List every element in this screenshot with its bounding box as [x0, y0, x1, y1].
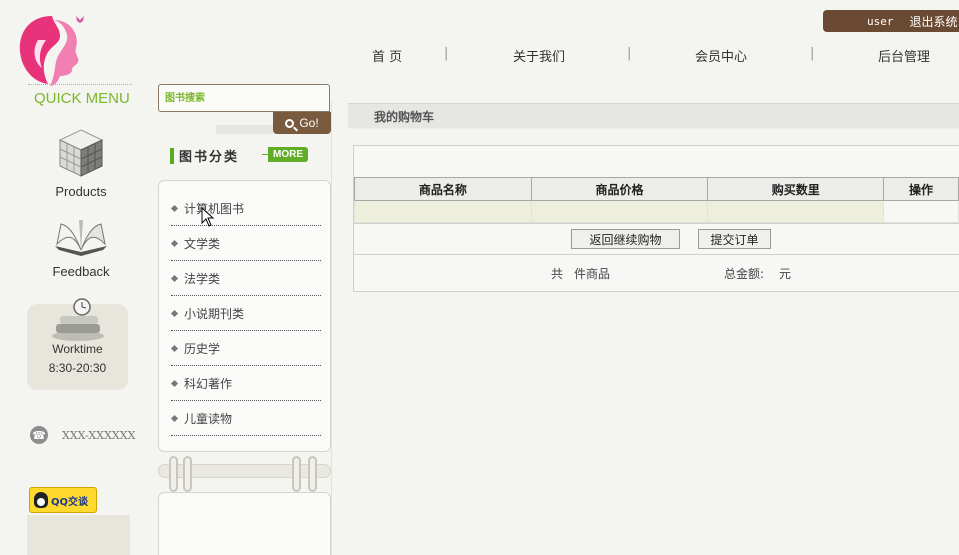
- username: user: [867, 14, 894, 28]
- nav-separator: |: [810, 46, 815, 61]
- category-accent-bar: [170, 147, 174, 164]
- bullet-icon: [170, 274, 179, 282]
- cell-product-name: [354, 200, 532, 223]
- category-item[interactable]: 文学类: [170, 226, 321, 261]
- nav-admin[interactable]: 后台管理: [878, 46, 930, 65]
- feedback-label: Feedback: [52, 264, 110, 279]
- bullet-icon: [170, 309, 179, 317]
- logout-link[interactable]: 退出系统: [910, 13, 958, 30]
- col-operation: 操作: [883, 177, 959, 201]
- site-logo[interactable]: [14, 10, 94, 90]
- cell-quantity: [707, 200, 885, 223]
- open-book-icon: [51, 216, 111, 258]
- notebook-lower-page: [158, 492, 331, 555]
- book-search-box: [158, 84, 330, 112]
- col-quantity: 购买数里: [707, 177, 885, 201]
- cart-divider: [353, 223, 959, 224]
- search-underline: [216, 125, 273, 134]
- quick-menu-title: QUICK MENU: [34, 90, 130, 107]
- worktime-label: Worktime: [52, 342, 103, 356]
- cart-divider: [353, 254, 959, 255]
- nav-about[interactable]: 关于我们: [513, 46, 565, 65]
- total-label: 总金额:: [724, 267, 765, 281]
- bullet-icon: [170, 344, 179, 352]
- quick-menu-footer: [27, 515, 130, 555]
- ring-icon: [169, 456, 178, 492]
- category-label: 小说期刊类: [184, 306, 245, 321]
- category-title: 图书分类: [179, 150, 240, 165]
- col-product-price: 商品价格: [530, 177, 709, 201]
- feedback-link[interactable]: Feedback: [40, 216, 122, 279]
- category-label: 儿童读物: [184, 411, 233, 426]
- currency-label: 元: [779, 267, 792, 281]
- item-count-prefix: 共: [551, 267, 564, 281]
- category-item[interactable]: 历史学: [170, 331, 321, 366]
- mouse-cursor: [201, 207, 215, 227]
- nav-home[interactable]: 首 页: [372, 46, 402, 65]
- clock-books-icon: [48, 296, 108, 341]
- category-list: 计算机图书 文学类 法学类 小说期刊类 历史学 科幻著作 儿童读物: [158, 180, 331, 452]
- item-count-suffix: 件商品: [574, 267, 611, 281]
- bullet-icon: [170, 204, 179, 212]
- rubiks-cube-icon: [56, 126, 106, 180]
- qq-penguin-icon: [34, 492, 48, 508]
- ring-icon: [183, 456, 192, 492]
- col-product-name: 商品名称: [354, 177, 532, 201]
- table-row: [354, 200, 959, 223]
- category-more-button[interactable]: MORE: [262, 147, 308, 162]
- submit-order-button[interactable]: 提交订单: [698, 229, 771, 249]
- telephone-icon: ☎: [30, 426, 48, 444]
- category-label: 法学类: [184, 271, 221, 286]
- phone-contact: ☎ XXX-XXXXXX: [30, 426, 135, 444]
- continue-shopping-button[interactable]: 返回继续购物: [571, 229, 680, 249]
- qq-label: QQ交谈: [51, 496, 89, 508]
- products-label: Products: [55, 184, 107, 199]
- main-nav: 首 页 | 关于我们 | 会员中心 | 后台管理: [330, 46, 959, 66]
- column-divider: [331, 100, 332, 555]
- category-item[interactable]: 法学类: [170, 261, 321, 296]
- notebook-rings: [158, 452, 331, 492]
- category-label: 科幻著作: [184, 376, 233, 391]
- ring-icon: [308, 456, 317, 492]
- book-search-input[interactable]: [165, 85, 325, 111]
- cart-header-row: 商品名称 商品价格 购买数里 操作: [354, 177, 959, 201]
- category-label: 文学类: [184, 236, 221, 251]
- search-go-button[interactable]: Go!: [273, 112, 331, 134]
- category-item[interactable]: 儿童读物: [170, 401, 321, 436]
- nav-member-center[interactable]: 会员中心: [695, 46, 747, 65]
- category-label: 历史学: [184, 341, 221, 356]
- user-bar: user 退出系统: [823, 10, 959, 32]
- cart-table: 商品名称 商品价格 购买数里 操作: [354, 177, 959, 223]
- bullet-icon: [170, 379, 179, 387]
- category-item[interactable]: 小说期刊类: [170, 296, 321, 331]
- nav-separator: |: [444, 46, 449, 61]
- products-link[interactable]: Products: [40, 126, 122, 199]
- worktime-box: Worktime 8:30-20:30: [27, 298, 128, 390]
- category-item[interactable]: 科幻著作: [170, 366, 321, 401]
- bullet-icon: [170, 239, 179, 247]
- quick-menu-rule: [28, 84, 132, 85]
- cell-product-price: [530, 200, 709, 223]
- phone-number: XXX-XXXXXX: [62, 428, 136, 442]
- category-item[interactable]: 计算机图书: [170, 191, 321, 226]
- qq-chat-button[interactable]: QQ交谈: [29, 487, 97, 513]
- nav-separator: |: [627, 46, 632, 61]
- magnifier-icon: [285, 118, 295, 128]
- go-label: Go!: [299, 116, 319, 130]
- ring-icon: [292, 456, 301, 492]
- bullet-icon: [170, 414, 179, 422]
- cart-title: 我的购物车: [348, 103, 959, 129]
- cell-operation: [883, 200, 959, 223]
- worktime-hours: 8:30-20:30: [48, 361, 107, 375]
- category-header: 图书分类: [170, 146, 239, 165]
